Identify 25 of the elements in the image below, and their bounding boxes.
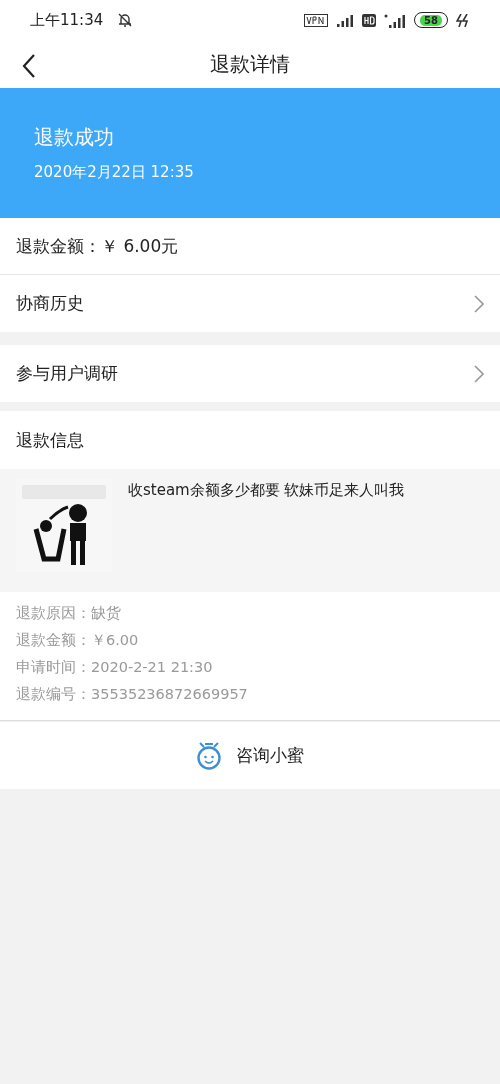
page-title: 退款详情 — [210, 50, 290, 78]
detail-line: 退款编号：35535236872669957 — [16, 685, 249, 704]
charging-icon — [456, 13, 470, 27]
signal-icon — [336, 13, 355, 27]
refund-date: 2020年2月22日 12:35 — [34, 163, 195, 182]
detail-line: 退款原因：缺货 — [16, 604, 122, 623]
bell-off-icon — [117, 12, 134, 28]
section-title: 退款信息 — [16, 428, 84, 452]
mascot-icon — [196, 741, 222, 770]
menu-row[interactable]: 参与用户调研 — [0, 345, 500, 402]
detail-line: 退款金额：￥6.00 — [16, 631, 140, 650]
chevron-right-icon — [474, 294, 484, 313]
signal-icon — [384, 12, 407, 28]
refund-amount: 退款金额：￥ 6.00元 — [0, 218, 500, 275]
refund-status: 退款成功 — [34, 124, 115, 151]
menu-row[interactable]: 协商历史 — [0, 275, 500, 332]
hd-icon — [362, 13, 377, 27]
chevron-right-icon — [474, 364, 484, 383]
detail-line: 申请时间：2020-2-21 21:30 — [16, 658, 214, 677]
product-name: 收steam余额多少都要 软妹币足来人叫我 — [128, 480, 405, 501]
vpn-icon — [304, 13, 329, 27]
battery-level: 58 — [420, 14, 442, 26]
consult-button[interactable]: 咨询小蜜 — [0, 721, 500, 789]
clock-time: 上午11:34 — [30, 10, 104, 30]
back-icon — [22, 54, 36, 78]
